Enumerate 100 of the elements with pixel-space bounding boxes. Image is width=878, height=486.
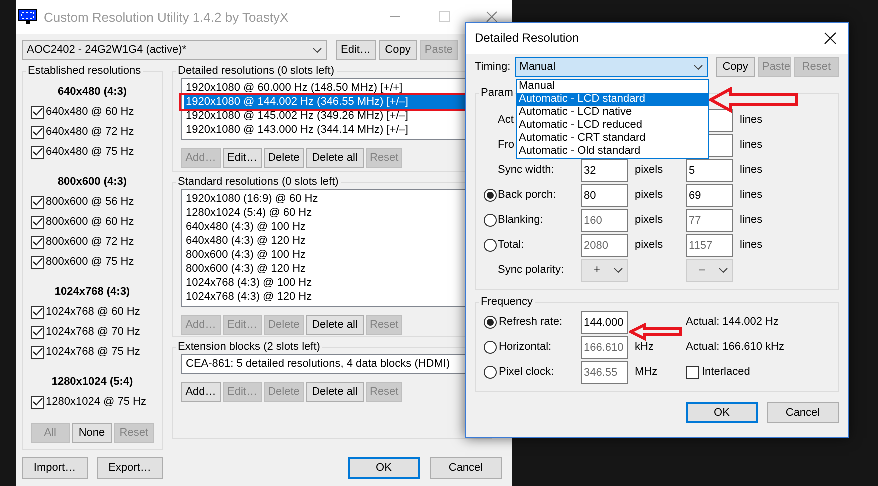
unit-label: lines	[739, 239, 764, 252]
dialog-title: Detailed Resolution	[475, 32, 580, 45]
window-title: Custom Resolution Utility 1.4.2 by ToastyX	[44, 10, 289, 24]
checkbox[interactable]	[686, 366, 699, 379]
group-title: Extension blocks (2 slots left)	[177, 341, 322, 354]
checkbox[interactable]	[31, 396, 44, 408]
readout-text: Actual: 166.610 kHz	[686, 341, 784, 354]
dropdown-option[interactable]: Manual	[517, 80, 708, 93]
text-field[interactable]: 32	[581, 159, 628, 182]
unit-label: pixels	[634, 239, 664, 252]
checkbox-label: 640x480 @ 60 Hz	[46, 106, 134, 118]
push-button[interactable]: Edit…	[336, 40, 376, 60]
field-label: Pixel clock:	[499, 366, 554, 379]
radio-button[interactable]	[484, 214, 497, 227]
field-label: Timing:	[475, 60, 511, 74]
checkbox[interactable]	[31, 196, 44, 208]
group-title: Param	[480, 87, 514, 100]
checkbox-label: 800x600 @ 60 Hz	[46, 216, 134, 228]
checkbox-label: 1024x768 @ 70 Hz	[46, 326, 140, 338]
field-label: Act	[498, 114, 514, 127]
dropdown-option[interactable]: Automatic - LCD reduced	[517, 119, 708, 132]
checkbox[interactable]	[31, 306, 44, 318]
group-title: Frequency	[480, 296, 534, 309]
polarity-dropdown[interactable]: –	[686, 259, 733, 282]
checkbox[interactable]	[31, 346, 44, 358]
push-button[interactable]: Add…	[181, 382, 221, 402]
group-heading: 1024x768 (4:3)	[54, 285, 132, 300]
group-heading: 800x600 (4:3)	[56, 175, 128, 190]
checkbox-label: 1280x1024 @ 75 Hz	[46, 396, 146, 408]
group-heading: 640x480 (4:3)	[56, 85, 128, 100]
push-button[interactable]: Delete all	[306, 315, 364, 335]
push-button[interactable]: Delete all	[306, 382, 364, 402]
radio-button[interactable]	[484, 189, 497, 202]
dropdown-option[interactable]: Automatic - LCD native	[517, 106, 708, 119]
unit-label: lines	[739, 164, 764, 177]
unit-label: MHz	[634, 366, 659, 379]
push-button[interactable]: OK	[686, 402, 758, 423]
checkbox[interactable]	[31, 256, 44, 268]
arrow-drawing	[629, 323, 683, 341]
dropdown-option[interactable]: Automatic - Old standard	[517, 145, 708, 158]
dropdown-option[interactable]: Automatic - CRT standard	[517, 132, 708, 145]
text-field[interactable]: 5	[686, 159, 733, 182]
dropdown-option[interactable]: Automatic - LCD standard	[517, 93, 708, 106]
push-button[interactable]: Import…	[22, 457, 88, 479]
checkbox-label: Interlaced	[702, 366, 750, 379]
field-label: Back porch:	[498, 189, 556, 202]
text-field[interactable]: 144.000	[581, 311, 628, 334]
unit-label: pixels	[634, 189, 664, 202]
push-button[interactable]: Cancel	[430, 457, 502, 479]
close-icon[interactable]	[824, 32, 837, 45]
group-title: Standard resolutions (0 slots left)	[177, 176, 340, 189]
push-button[interactable]: Copy	[716, 57, 756, 77]
text-field[interactable]: 80	[581, 184, 628, 207]
radio-button[interactable]	[484, 316, 497, 329]
checkbox[interactable]	[31, 106, 44, 118]
unit-label: lines	[739, 214, 764, 227]
unit-label: lines	[739, 139, 764, 152]
push-button[interactable]: OK	[348, 457, 420, 479]
checkbox-label: 640x480 @ 75 Hz	[46, 146, 134, 158]
unit-label: pixels	[634, 164, 664, 177]
field-label: Refresh rate:	[499, 316, 563, 329]
text-field[interactable]: 69	[686, 184, 733, 207]
field-label: Total:	[498, 239, 524, 252]
group-title: Established resolutions	[27, 65, 142, 78]
group-heading: 1280x1024 (5:4)	[50, 375, 134, 390]
chevron-icon	[614, 268, 623, 273]
unit-label: lines	[739, 114, 764, 127]
checkbox-label: 800x600 @ 75 Hz	[46, 256, 134, 268]
checkbox-label: 800x600 @ 72 Hz	[46, 236, 134, 248]
push-button[interactable]: Cancel	[767, 402, 839, 423]
field-label: Fro	[498, 139, 514, 152]
chevron-icon	[719, 268, 728, 273]
push-button[interactable]: Copy	[379, 40, 417, 60]
chevron-icon	[313, 48, 322, 52]
field-label: Horizontal:	[499, 341, 552, 354]
timing-dropdown[interactable]: Manual	[514, 57, 708, 77]
polarity-dropdown[interactable]: +	[581, 259, 628, 282]
checkbox[interactable]	[31, 126, 44, 138]
checkbox-label: 800x600 @ 56 Hz	[46, 196, 134, 208]
push-button[interactable]: Delete	[264, 148, 304, 168]
radio-button[interactable]	[484, 366, 497, 379]
checkbox-label: 640x480 @ 72 Hz	[46, 126, 134, 138]
checkbox[interactable]	[31, 236, 44, 248]
checkbox[interactable]	[31, 216, 44, 228]
group-title: Detailed resolutions (0 slots left)	[177, 65, 336, 78]
push-button[interactable]: Edit…	[223, 148, 262, 168]
field-label: Blanking:	[498, 214, 544, 227]
push-button[interactable]: Delete all	[306, 148, 364, 168]
unit-label: pixels	[634, 214, 664, 227]
checkbox-label: 1024x768 @ 75 Hz	[46, 346, 140, 358]
unit-label: kHz	[634, 341, 655, 354]
checkbox[interactable]	[31, 146, 44, 158]
radio-button[interactable]	[484, 341, 497, 354]
field-label: Sync width:	[498, 164, 554, 177]
push-button[interactable]: Export…	[97, 457, 163, 479]
checkbox[interactable]	[31, 326, 44, 338]
unit-label: lines	[739, 189, 764, 202]
monitor-dropdown[interactable]: AOC2402 - 24G2W1G4 (active)*	[22, 40, 327, 60]
radio-button[interactable]	[484, 239, 497, 252]
push-button[interactable]: None	[72, 423, 112, 443]
